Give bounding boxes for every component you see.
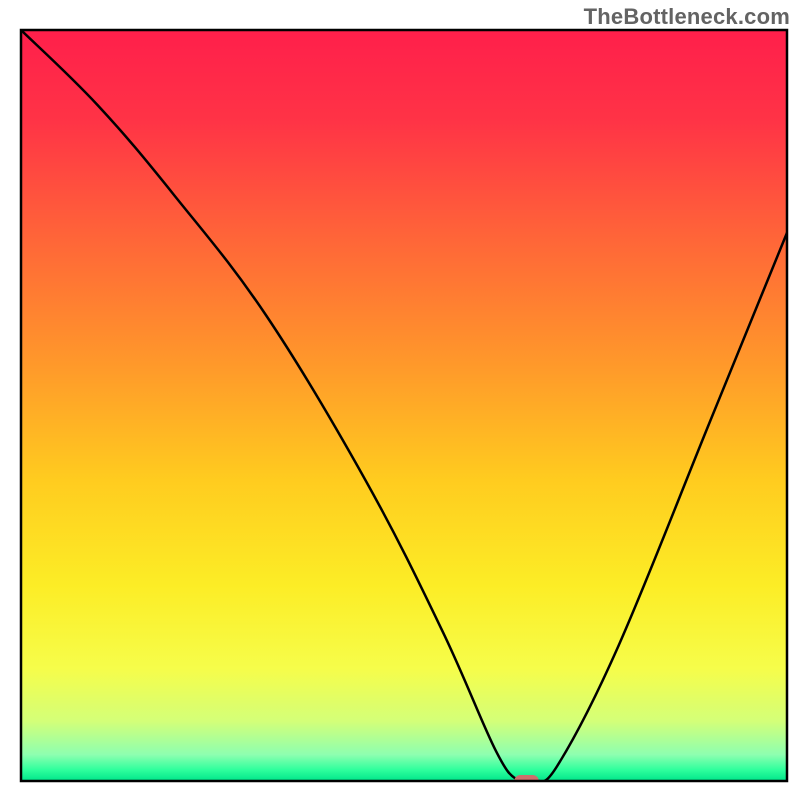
bottleneck-chart xyxy=(0,0,800,800)
chart-container: TheBottleneck.com xyxy=(0,0,800,800)
plot-background xyxy=(21,30,787,781)
